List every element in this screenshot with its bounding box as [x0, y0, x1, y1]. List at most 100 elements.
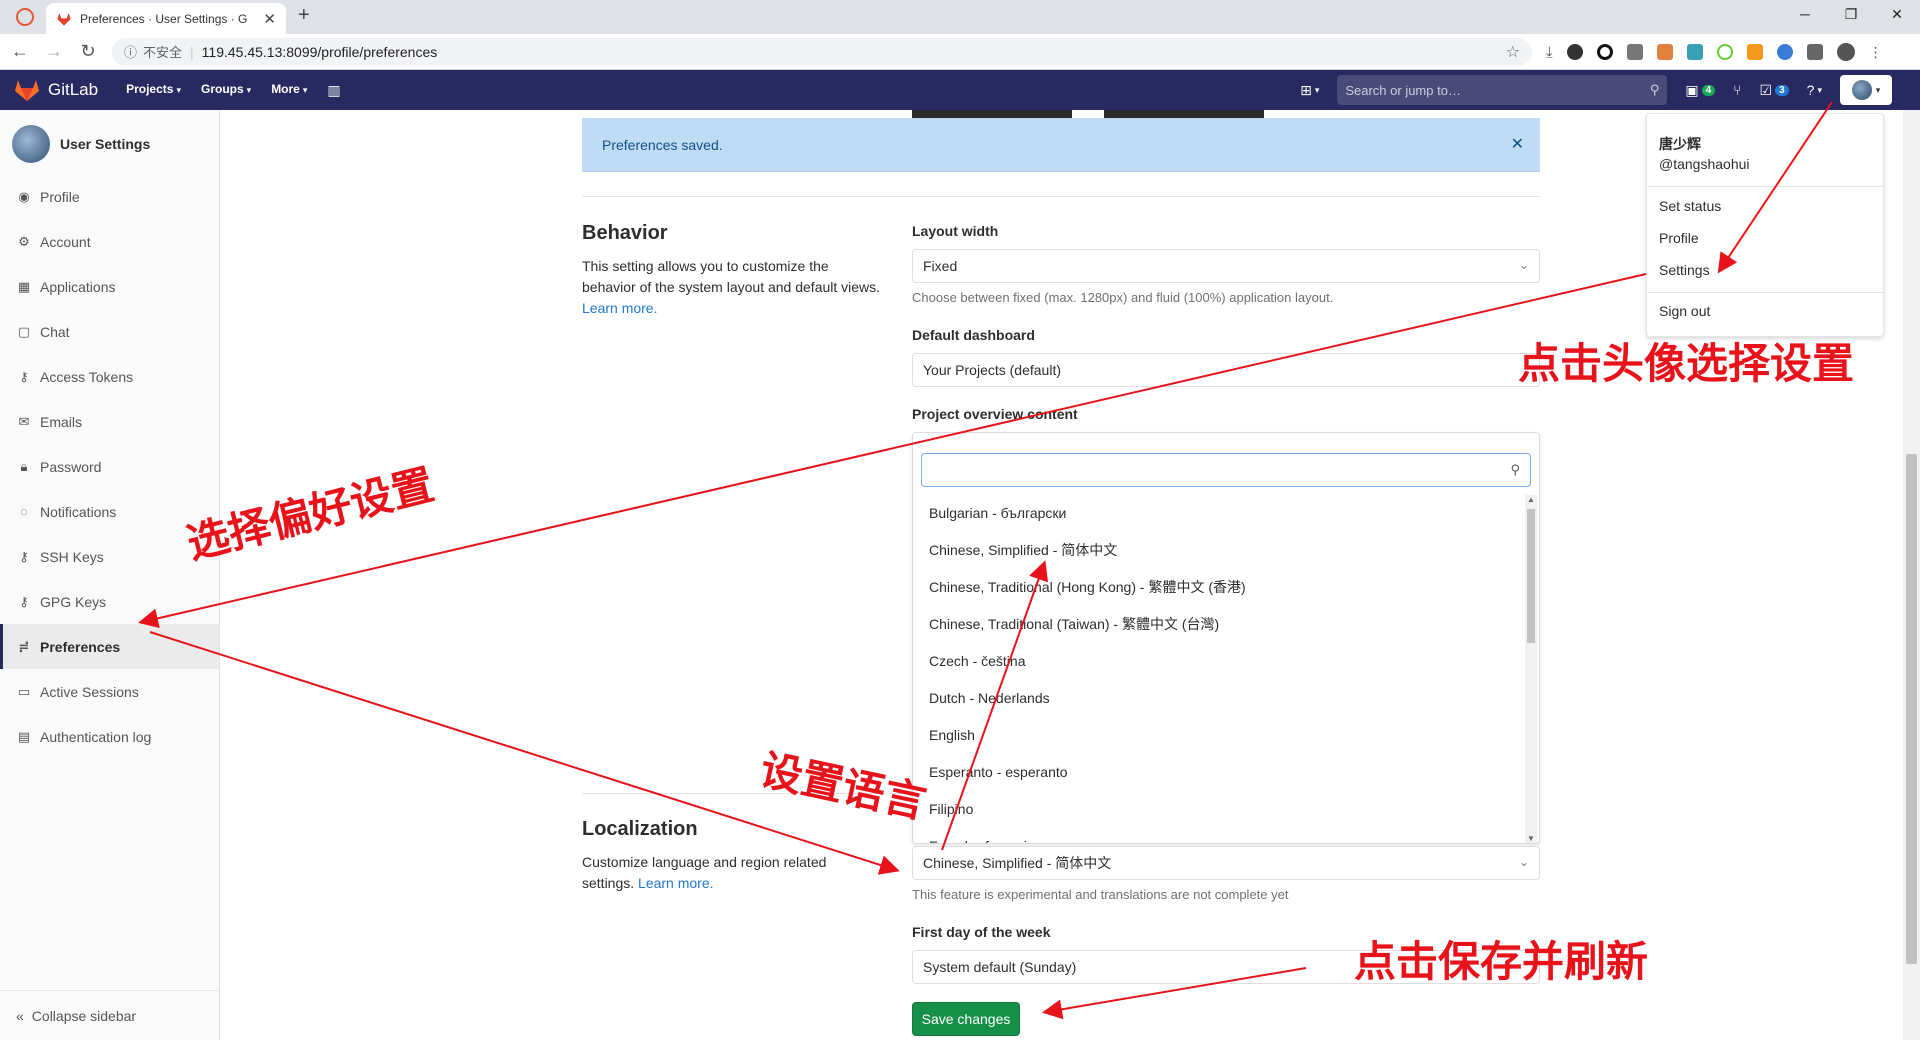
sidebar-item-ssh-keys[interactable]: ⚷ SSH Keys — [0, 534, 219, 579]
brand-name: GitLab — [48, 80, 99, 99]
new-item-dropdown[interactable]: ⊞ ▾ — [1300, 82, 1319, 99]
search-input[interactable]: Search or jump to… ⚲ — [1337, 75, 1668, 105]
bell-icon: ◌ — [20, 504, 28, 519]
language-help: This feature is experimental and transla… — [912, 887, 1289, 902]
sidebar-item-label: GPG Keys — [40, 593, 107, 610]
user-username: @tangshaohui — [1659, 156, 1750, 172]
sidebar-item-label: Profile — [40, 188, 80, 205]
browser-tab-active[interactable]: Preferences · User Settings · G ✕ — [46, 3, 286, 34]
monitor-icon: ▭ — [17, 683, 31, 699]
language-option[interactable]: English — [913, 717, 1523, 754]
download-icon[interactable]: ⤓ — [1546, 44, 1553, 61]
language-option[interactable]: Chinese, Simplified - 简体中文 — [913, 532, 1523, 569]
issues-icon: ▣ — [1685, 81, 1699, 98]
nav-more[interactable]: More ▾ — [271, 82, 307, 99]
project-overview-label: Project overview content — [912, 406, 1078, 422]
close-icon[interactable]: ✕ — [1511, 134, 1524, 154]
close-tab-icon[interactable]: ✕ — [263, 10, 276, 28]
sidebar-item-authentication-log[interactable]: ▤ Authentication log — [0, 714, 219, 759]
language-option[interactable]: Dutch - Nederlands — [913, 680, 1523, 717]
sidebar-item-chat[interactable]: ▢ Chat — [0, 309, 219, 354]
language-option[interactable]: Chinese, Traditional (Hong Kong) - 繁體中文 … — [913, 569, 1523, 606]
sidebar-item-profile[interactable]: ◉ Profile — [0, 174, 219, 219]
default-dashboard-select[interactable]: Your Projects (default) — [912, 353, 1540, 387]
localization-learn-more-link[interactable]: Learn more. — [638, 875, 713, 891]
sidebar-item-access-tokens[interactable]: ⚷ Access Tokens — [0, 354, 219, 399]
sidebar-item-password[interactable]: 🔒︎ Password — [0, 444, 219, 489]
reload-icon[interactable]: ↻ — [74, 41, 102, 62]
minimize-icon[interactable]: ─ — [1782, 0, 1828, 30]
scrollbar-thumb[interactable] — [1527, 509, 1535, 643]
extension-icon[interactable] — [1776, 43, 1793, 60]
language-option[interactable]: Esperanto - esperanto — [913, 754, 1523, 791]
menu-item-settings[interactable]: Settings — [1659, 262, 1710, 278]
language-option[interactable]: Filipino — [913, 791, 1523, 828]
save-changes-button[interactable]: Save changes — [912, 1002, 1020, 1036]
extension-icon[interactable] — [1716, 43, 1733, 60]
extension-icon[interactable] — [1626, 43, 1643, 60]
nav-projects[interactable]: Projects ▾ — [126, 82, 181, 99]
menu-item-set-status[interactable]: Set status — [1659, 198, 1721, 214]
user-avatar-dropdown[interactable]: ▾ — [1840, 75, 1892, 105]
info-icon[interactable]: ⓘ — [124, 42, 137, 61]
rss-icon[interactable] — [1746, 43, 1763, 60]
sidebar-item-active-sessions[interactable]: ▭ Active Sessions — [0, 669, 219, 714]
sidebar-header[interactable]: User Settings — [0, 118, 219, 170]
layout-width-select[interactable]: Fixed ⌄ — [912, 249, 1540, 283]
language-search-input[interactable]: ⚲ — [921, 453, 1531, 487]
maximize-icon[interactable]: ❐ — [1828, 0, 1874, 30]
menu-item-profile[interactable]: Profile — [1659, 230, 1699, 246]
divider — [582, 196, 1540, 197]
sidebar-item-applications[interactable]: ▦ Applications — [0, 264, 219, 309]
dropdown-scrollbar[interactable]: ▲ ▼ — [1525, 495, 1537, 843]
nav-groups[interactable]: Groups ▾ — [201, 82, 251, 99]
bookmark-star-icon[interactable]: ☆ — [1506, 42, 1520, 62]
sidebar-item-preferences[interactable]: ≓ Preferences — [0, 624, 219, 669]
collapse-sidebar-button[interactable]: « Collapse sidebar — [0, 990, 219, 1040]
sidebar-item-gpg-keys[interactable]: ⚷ GPG Keys — [0, 579, 219, 624]
mail-icon: ✉ — [18, 413, 30, 429]
avatar — [1851, 80, 1872, 100]
extension-icon[interactable] — [1656, 43, 1673, 60]
page-scrollbar-thumb[interactable] — [1906, 454, 1917, 964]
menu-dots-icon[interactable]: ⋮ — [1869, 44, 1883, 60]
forward-icon[interactable]: → — [40, 41, 68, 62]
layout-width-value: Fixed — [923, 258, 958, 274]
page-scrollbar[interactable] — [1903, 110, 1920, 1040]
user-display-name: 唐少辉 — [1659, 136, 1701, 152]
activity-chart-icon[interactable]: ▥ — [327, 82, 340, 99]
language-option[interactable]: Bulgarian - български — [913, 495, 1523, 532]
language-option[interactable]: French - français — [913, 828, 1523, 843]
sidebar-item-emails[interactable]: ✉ Emails — [0, 399, 219, 444]
menu-item-sign-out[interactable]: Sign out — [1659, 303, 1710, 319]
sidebar-item-account[interactable]: ⚙ Account — [0, 219, 219, 264]
annotation-click-avatar: 点击头像选择设置 — [1518, 339, 1855, 388]
puzzle-icon[interactable] — [1806, 43, 1823, 60]
scroll-up-icon[interactable]: ▲ — [1527, 495, 1535, 504]
extension-icon[interactable] — [1686, 43, 1703, 60]
divider — [1647, 292, 1883, 293]
security-label: 不安全 — [143, 45, 183, 60]
help-dropdown[interactable]: ? ▾ — [1807, 82, 1822, 98]
key-icon: ⚷ — [19, 548, 29, 564]
extensions-bar: ⤓ ⋮ — [1546, 42, 1883, 61]
new-tab-icon[interactable]: + — [298, 4, 310, 27]
behavior-learn-more-link[interactable]: Learn more. — [582, 300, 657, 316]
extension-icon[interactable] — [1566, 43, 1583, 60]
divider — [1647, 186, 1883, 187]
url-input[interactable]: ⓘ 不安全 | 119.45.45.13:8099/profile/prefer… — [112, 37, 1532, 66]
extension-icon[interactable] — [1596, 43, 1613, 60]
close-window-icon[interactable]: ✕ — [1874, 0, 1920, 30]
issues-button[interactable]: ▣ 4 — [1685, 81, 1716, 99]
gitlab-home-link[interactable]: GitLab — [14, 78, 98, 102]
language-select[interactable]: Chinese, Simplified - 简体中文 ⌄ — [912, 846, 1540, 880]
profile-avatar-icon[interactable] — [1836, 42, 1855, 61]
back-icon[interactable]: ← — [6, 41, 34, 62]
scroll-down-icon[interactable]: ▼ — [1527, 834, 1535, 843]
merge-requests-icon[interactable]: ⑂ — [1733, 82, 1741, 98]
todos-button[interactable]: ☑ 3 — [1760, 82, 1789, 99]
language-option[interactable]: Czech - čeština — [913, 643, 1523, 680]
pinned-tab-icon[interactable] — [16, 8, 34, 26]
language-option[interactable]: Chinese, Traditional (Taiwan) - 繁體中文 (台灣… — [913, 606, 1523, 643]
first-day-value: System default (Sunday) — [923, 959, 1077, 975]
